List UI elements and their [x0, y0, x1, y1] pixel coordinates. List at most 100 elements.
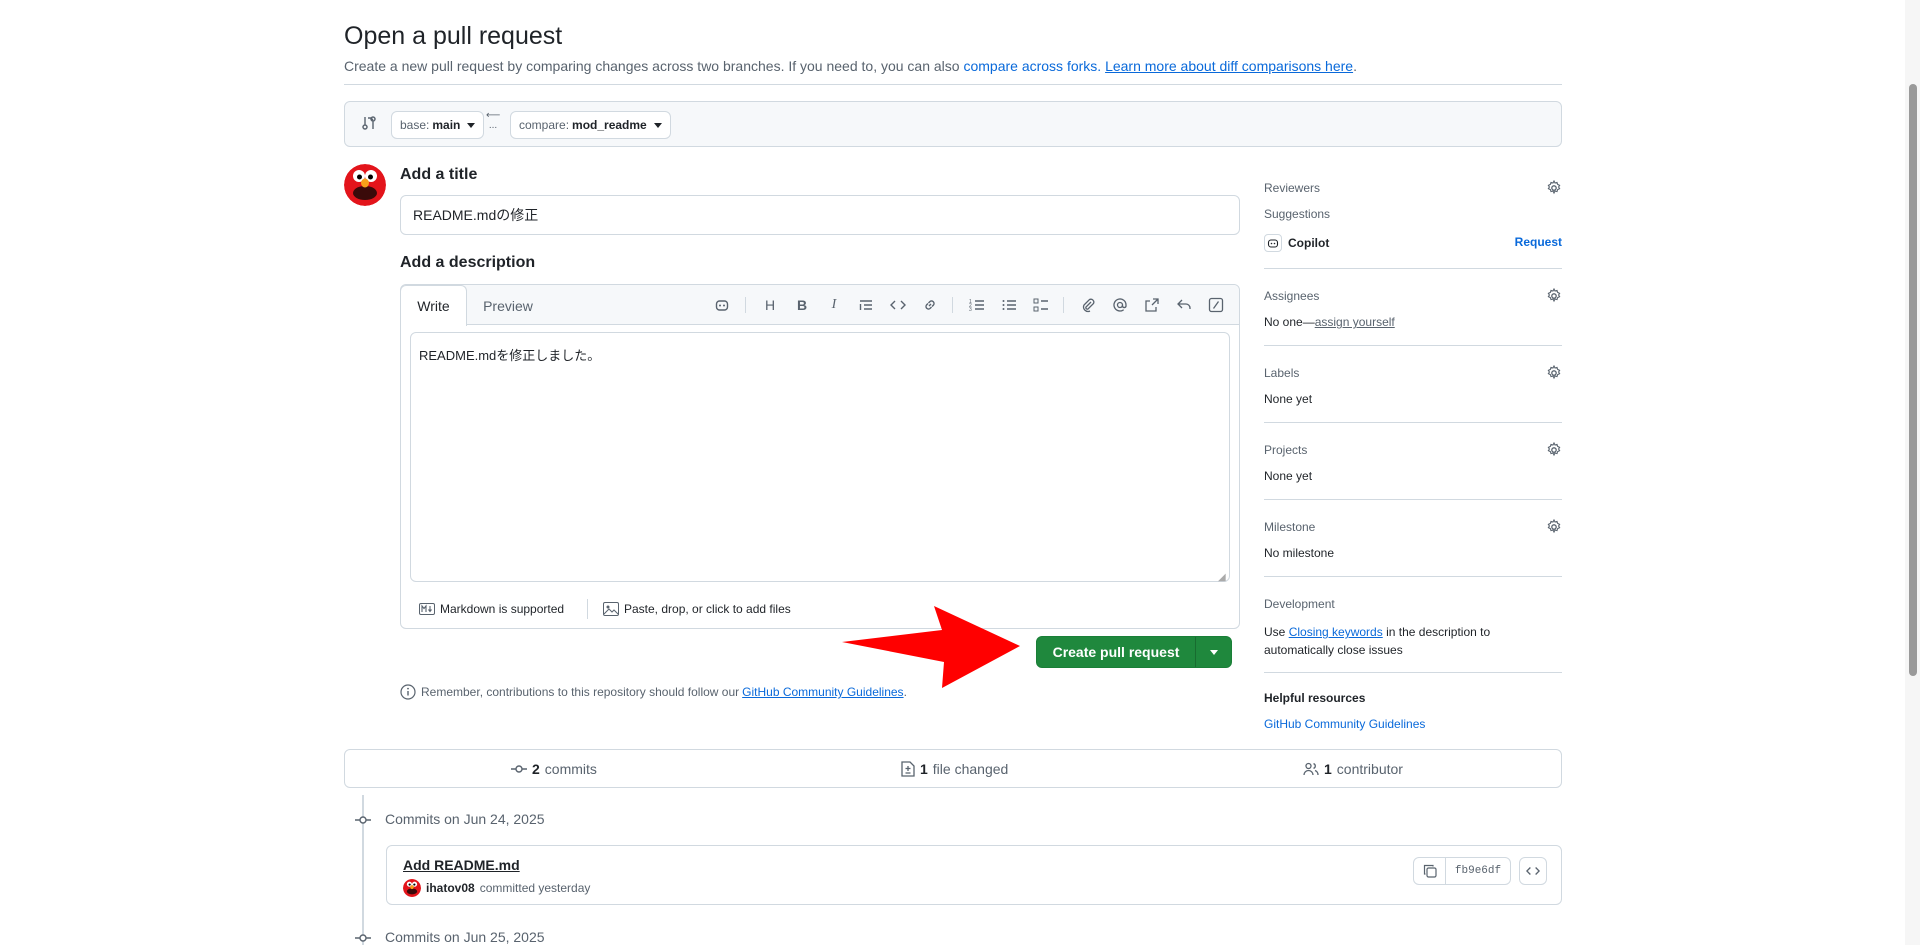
attach-icon[interactable] — [1078, 295, 1098, 315]
commits-tab[interactable]: 2 commits — [511, 750, 597, 787]
compare-branch-select[interactable]: compare: mod_readme — [510, 111, 671, 139]
labels-title[interactable]: Labels — [1264, 366, 1299, 380]
compare-across-forks-link[interactable]: compare across forks. — [963, 58, 1101, 74]
assign-yourself-link[interactable]: assign yourself — [1315, 315, 1395, 329]
learn-more-link[interactable]: Learn more about diff comparisons here — [1105, 58, 1353, 74]
compare-prefix: compare: — [519, 118, 570, 132]
description-label: Add a description — [400, 254, 536, 271]
copilot-icon[interactable] — [712, 295, 732, 315]
git-compare-icon — [361, 115, 377, 131]
browse-code-button[interactable] — [1519, 857, 1547, 885]
attach-note: Paste, drop, or click to add files — [624, 602, 791, 616]
commit-sha-group: fb9e6df — [1413, 857, 1511, 885]
helpful-guidelines-link[interactable]: GitHub Community Guidelines — [1264, 717, 1425, 731]
people-icon — [1303, 762, 1319, 775]
arrow-dots: ... — [488, 120, 498, 131]
image-icon — [603, 602, 619, 616]
commit-author-link[interactable]: ihatov08 — [426, 881, 475, 895]
avatar[interactable] — [403, 879, 421, 897]
gear-icon[interactable] — [1546, 365, 1562, 381]
milestone-title[interactable]: Milestone — [1264, 520, 1315, 534]
markdown-supported-link[interactable]: Markdown is supported — [419, 602, 564, 616]
gear-icon[interactable] — [1546, 180, 1562, 196]
reviewers-title[interactable]: Reviewers — [1264, 181, 1320, 195]
ordered-list-icon[interactable]: 123 — [967, 295, 987, 315]
reminder-end: . — [903, 685, 907, 699]
quote-icon[interactable] — [856, 295, 876, 315]
sidebar-reviewers: Reviewers Suggestions Copilot Request — [1264, 172, 1562, 269]
files-changed-tab[interactable]: 1 file changed — [901, 750, 1008, 787]
request-review-button[interactable]: Request — [1515, 235, 1562, 249]
files-label: file changed — [932, 760, 1009, 777]
commit-message-link[interactable]: Add README.md — [403, 857, 520, 873]
assignees-title[interactable]: Assignees — [1264, 289, 1319, 303]
mention-icon[interactable] — [1110, 295, 1130, 315]
pr-summary-bar: 2 commits 1 file changed 1 contributor — [344, 749, 1562, 788]
sidebar-projects: Projects None yet — [1264, 423, 1562, 500]
development-text: Use Closing keywords in the description … — [1264, 623, 1490, 659]
suggested-reviewer-name: Copilot — [1288, 236, 1330, 250]
avatar[interactable] — [344, 164, 386, 206]
scrollbar-thumb[interactable] — [1909, 84, 1917, 676]
gear-icon[interactable] — [1546, 442, 1562, 458]
title-input[interactable] — [400, 195, 1240, 235]
undo-icon[interactable] — [1174, 295, 1194, 315]
gear-icon[interactable] — [1546, 519, 1562, 535]
subtitle-end: . — [1353, 58, 1357, 74]
attach-files-button[interactable]: Paste, drop, or click to add files — [603, 602, 791, 616]
chevron-down-icon — [653, 122, 662, 128]
labels-value: None yet — [1264, 392, 1313, 406]
page-subtitle: Create a new pull request by comparing c… — [344, 58, 1357, 74]
range-editor: base: main ⟵ ... compare: mod_readme — [344, 101, 1562, 147]
gear-icon[interactable] — [1546, 288, 1562, 304]
reference-icon[interactable] — [1142, 295, 1162, 315]
editor-footer: Markdown is supported Paste, drop, or cl… — [401, 589, 1239, 629]
contributors-label: contributor — [1336, 760, 1403, 777]
bold-icon[interactable]: B — [792, 295, 812, 315]
markdown-icon — [419, 603, 435, 615]
base-branch-select[interactable]: base: main — [391, 111, 485, 139]
tab-write[interactable]: Write — [400, 285, 467, 326]
contributors-tab[interactable]: 1 contributor — [1303, 750, 1403, 787]
sidebar-assignees: Assignees No one—assign yourself — [1264, 269, 1562, 346]
editor-header: Write Preview H B I 123 — [400, 285, 1239, 326]
projects-title[interactable]: Projects — [1264, 443, 1307, 457]
unordered-list-icon[interactable] — [999, 295, 1019, 315]
svg-text:3: 3 — [969, 307, 972, 313]
chevron-down-icon — [467, 122, 476, 128]
chevron-down-icon — [1209, 649, 1218, 655]
file-diff-icon — [901, 760, 915, 777]
annotation-arrow — [842, 606, 1022, 688]
commit-sha-link[interactable]: fb9e6df — [1446, 858, 1510, 884]
reminder-text: Remember, contributions to this reposito… — [421, 685, 740, 699]
task-list-icon[interactable] — [1031, 295, 1051, 315]
create-pull-request-button[interactable]: Create pull request — [1037, 637, 1195, 667]
title-label: Add a title — [400, 166, 478, 183]
heading-icon[interactable]: H — [760, 295, 780, 315]
create-options-dropdown[interactable] — [1195, 637, 1231, 667]
community-guidelines-link[interactable]: GitHub Community Guidelines — [742, 685, 903, 699]
guidelines-reminder: Remember, contributions to this reposito… — [400, 684, 907, 700]
compare-arrow: ⟵ ... — [486, 111, 500, 131]
sidebar-labels: Labels None yet — [1264, 346, 1562, 423]
assignees-none: No one— — [1264, 315, 1315, 329]
copy-icon[interactable] — [1414, 858, 1446, 884]
closing-keywords-link[interactable]: Closing keywords — [1289, 625, 1383, 639]
slash-commands-icon[interactable] — [1206, 295, 1226, 315]
assignees-value: No one—assign yourself — [1264, 315, 1395, 329]
description-textarea[interactable]: README.mdを修正しました。 — [410, 332, 1230, 582]
page-title: Open a pull request — [344, 22, 563, 50]
markdown-note: Markdown is supported — [440, 602, 565, 616]
code-icon[interactable] — [888, 295, 908, 315]
header-divider — [344, 84, 1562, 85]
create-pull-request-button-group: Create pull request — [1036, 636, 1232, 668]
tab-preview[interactable]: Preview — [473, 285, 543, 326]
commits-label: commits — [544, 760, 597, 777]
italic-icon[interactable]: I — [824, 295, 844, 315]
resize-handle-icon[interactable]: ◢ — [1218, 572, 1226, 583]
commit-node-icon — [355, 812, 371, 828]
base-prefix: base: — [400, 118, 430, 132]
footer-divider — [587, 599, 588, 619]
link-icon[interactable] — [920, 295, 940, 315]
commits-count: 2 — [532, 760, 540, 777]
